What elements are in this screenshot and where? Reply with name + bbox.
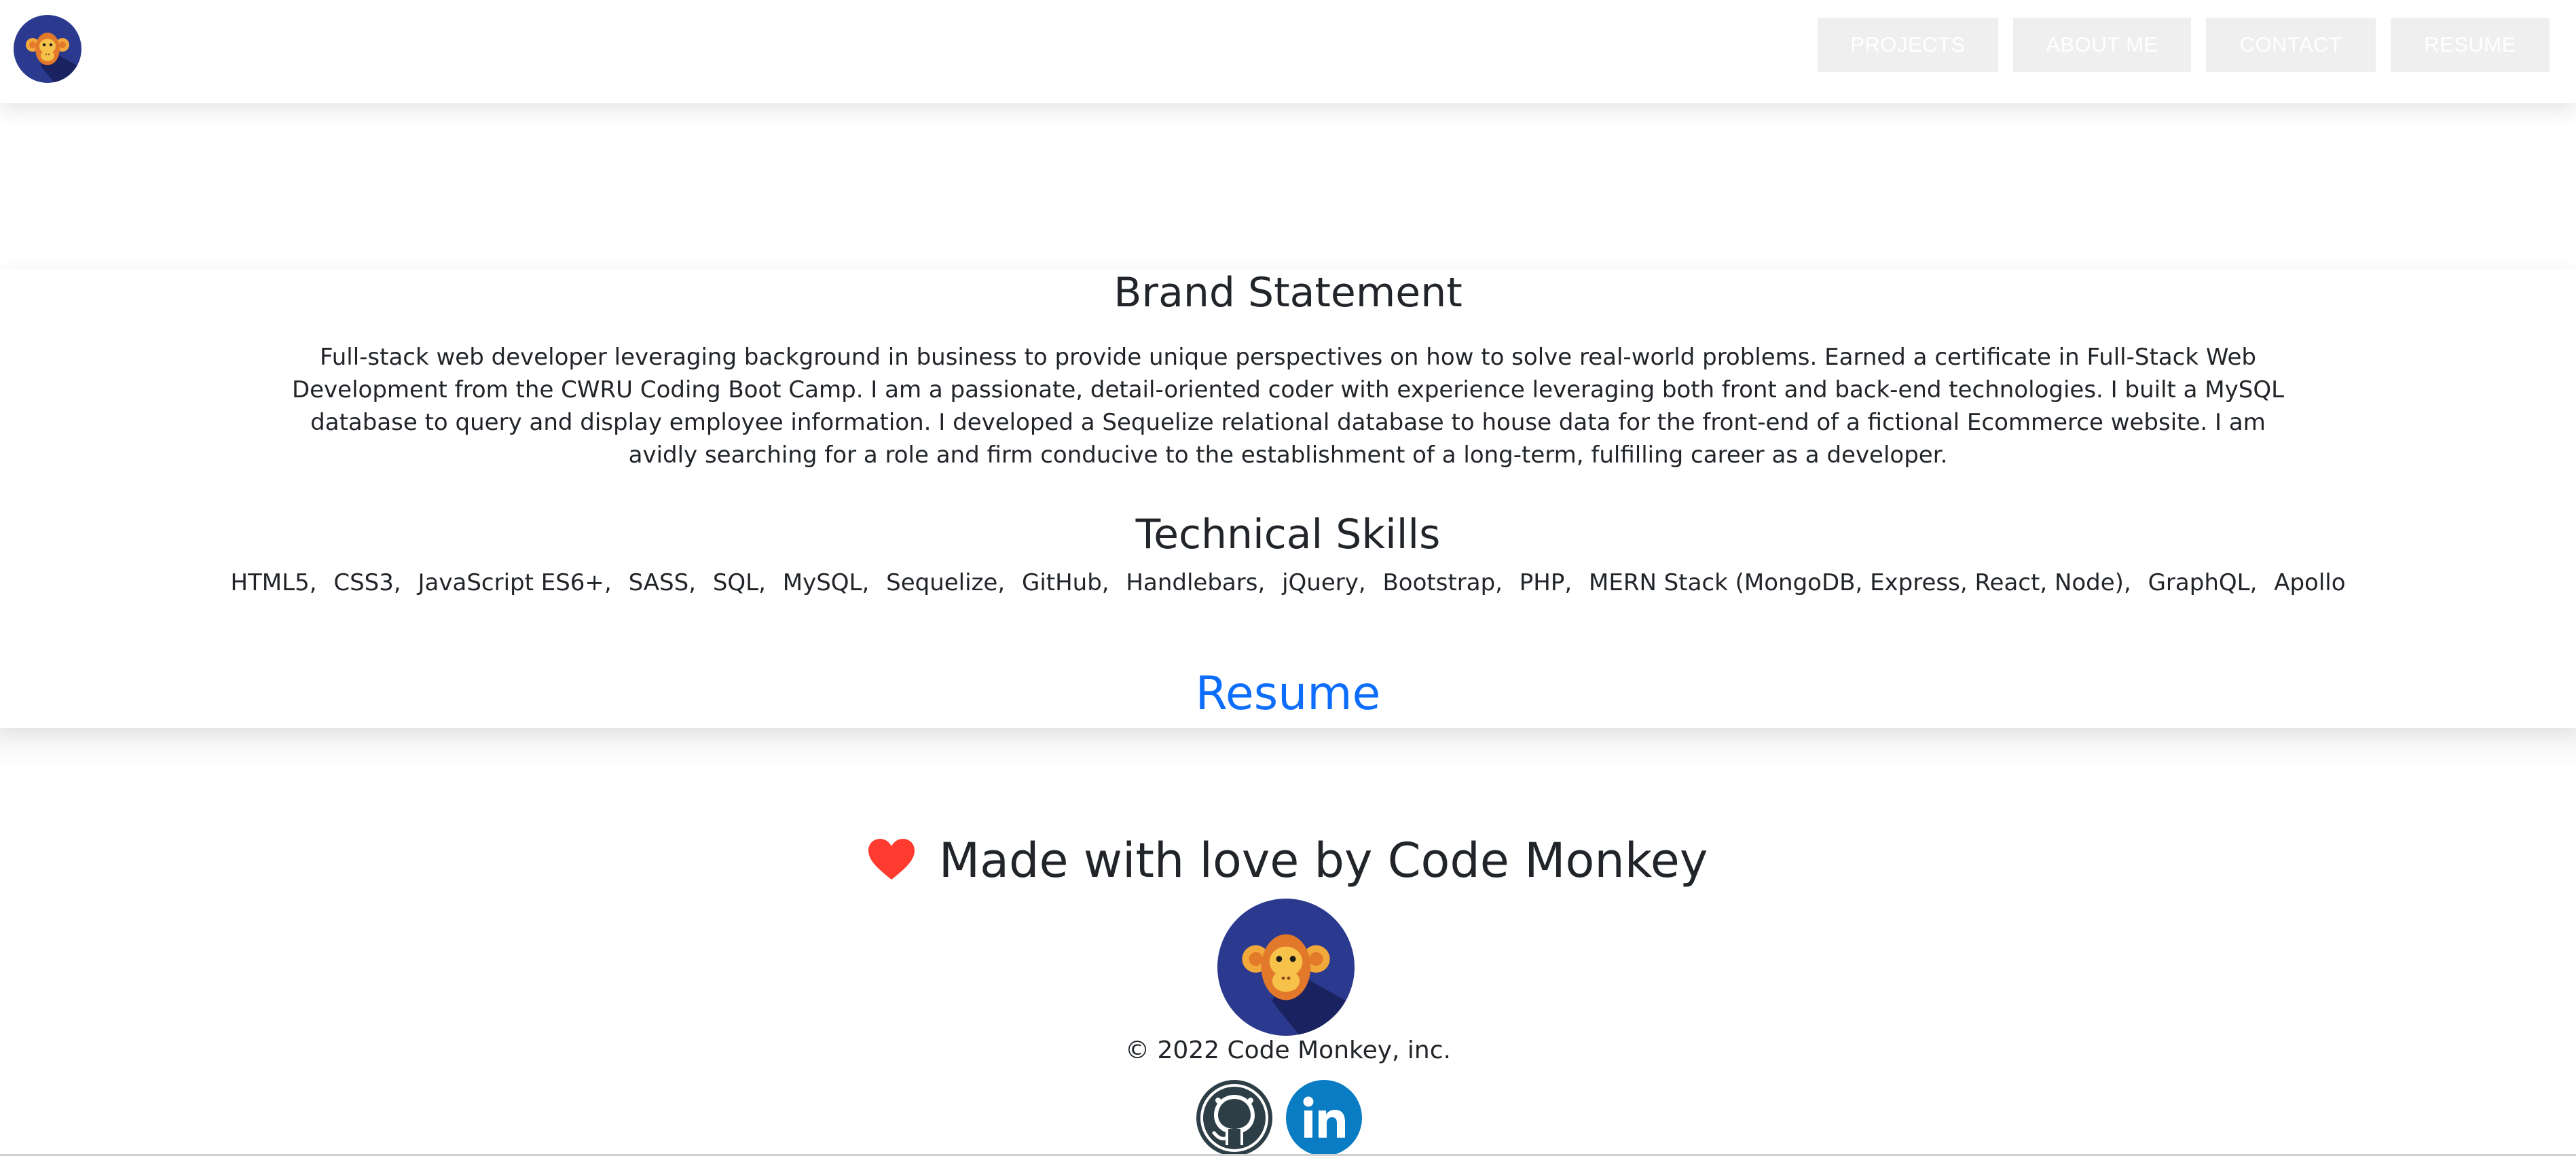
nav-contact-button[interactable]: CONTACT bbox=[2206, 18, 2376, 72]
skill-item: MySQL bbox=[782, 569, 862, 596]
page: PROJECTS ABOUT ME CONTACT RESUME Brand S… bbox=[0, 0, 2576, 1156]
nav-resume-button[interactable]: RESUME bbox=[2391, 18, 2550, 72]
linkedin-icon bbox=[1286, 1080, 1362, 1156]
skill-item: Apollo bbox=[2274, 569, 2346, 596]
resume-link[interactable]: Resume bbox=[0, 667, 2576, 721]
github-link[interactable] bbox=[1196, 1080, 1272, 1156]
linkedin-link[interactable] bbox=[1286, 1080, 1362, 1156]
heart-icon bbox=[868, 838, 915, 880]
top-navbar: PROJECTS ABOUT ME CONTACT RESUME bbox=[0, 0, 2576, 103]
footer-title: Made with love by Code Monkey bbox=[0, 833, 2576, 888]
monkey-logo-icon bbox=[1217, 899, 1355, 1036]
brand-statement-heading: Brand Statement bbox=[1114, 269, 1462, 317]
skill-item: Handlebars bbox=[1126, 569, 1258, 596]
skill-item: JavaScript ES6+ bbox=[418, 569, 604, 596]
skill-item: PHP bbox=[1519, 569, 1565, 596]
nav-projects-button[interactable]: PROJECTS bbox=[1818, 18, 1998, 72]
skill-item: MERN Stack (MongoDB, Express, React, Nod… bbox=[1589, 569, 2124, 596]
about-section: Brand Statement Full-stack web developer… bbox=[0, 269, 2576, 728]
brand-statement-text: Full-stack web developer leveraging back… bbox=[291, 344, 2285, 469]
section-divider bbox=[0, 728, 2576, 769]
skill-item: SASS bbox=[628, 569, 689, 596]
skill-item: CSS3 bbox=[333, 569, 394, 596]
skill-item: Bootstrap bbox=[1382, 569, 1496, 596]
skill-item: jQuery bbox=[1282, 569, 1359, 596]
skill-item: SQL bbox=[712, 569, 759, 596]
nav-menu: PROJECTS ABOUT ME CONTACT RESUME bbox=[1818, 18, 2550, 72]
skills-list: HTML5, CSS3, JavaScript ES6+, SASS, SQL,… bbox=[230, 569, 2346, 596]
nav-about-me-button[interactable]: ABOUT ME bbox=[2013, 18, 2191, 72]
github-icon bbox=[1196, 1080, 1272, 1156]
footer-title-text: Made with love by Code Monkey bbox=[938, 833, 1708, 888]
monkey-logo-icon[interactable] bbox=[14, 15, 81, 83]
skill-item: Sequelize bbox=[886, 569, 998, 596]
copyright-text: © 2022 Code Monkey, inc. bbox=[1125, 1036, 1451, 1064]
skill-item: GraphQL bbox=[2148, 569, 2250, 596]
technical-skills-heading: Technical Skills bbox=[1135, 511, 1441, 558]
skill-item: GitHub bbox=[1021, 569, 1102, 596]
social-links bbox=[1196, 1080, 1362, 1156]
skill-item: HTML5 bbox=[230, 569, 310, 596]
